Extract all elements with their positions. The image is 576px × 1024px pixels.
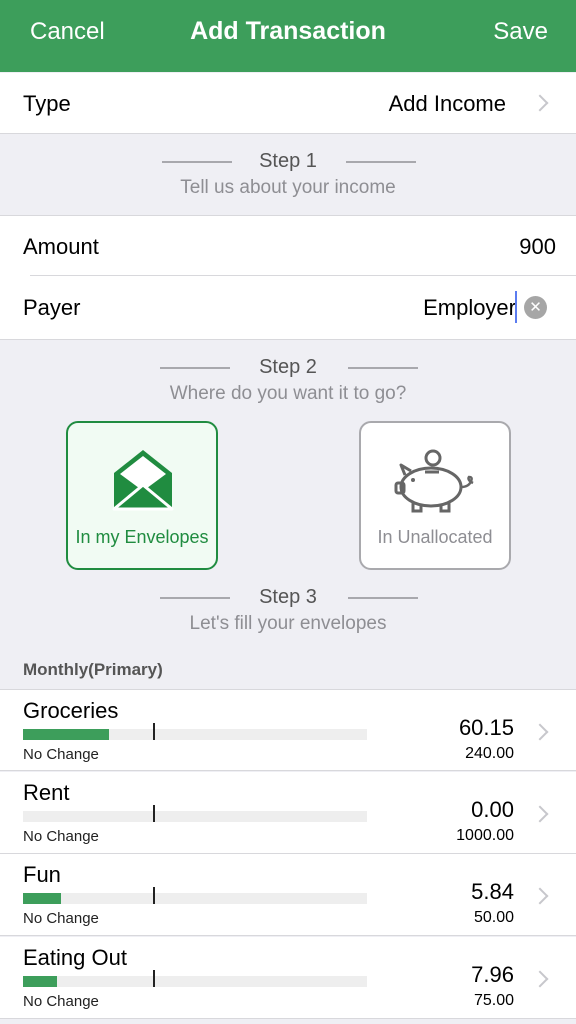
payer-row[interactable]: Payer Employer ✕ [0, 276, 576, 340]
open-envelope-icon [112, 450, 174, 511]
amount-label: Amount [23, 234, 99, 259]
clear-icon[interactable]: ✕ [524, 296, 547, 319]
envelope-amount: 7.96 [471, 962, 514, 987]
amount-input[interactable]: 900 [519, 234, 556, 260]
change-label: No Change [23, 910, 99, 927]
navigation-bar: Cancel Add Transaction Save [0, 0, 576, 72]
payer-input[interactable]: Employer [423, 295, 516, 321]
progress-marker [153, 970, 155, 987]
envelope-name: Rent [23, 780, 70, 805]
in-my-envelopes-option[interactable]: In my Envelopes [66, 421, 218, 570]
progress-fill [23, 729, 109, 740]
chevron-right-icon [531, 723, 549, 741]
change-label: No Change [23, 828, 99, 845]
amount-row[interactable]: Amount 900 [0, 215, 576, 276]
envelope-amount: 60.15 [458, 715, 514, 740]
divider [162, 161, 232, 163]
envelope-row[interactable]: Eating Out No Change 7.96 75.00 [0, 937, 576, 1019]
piggy-bank-icon [394, 449, 474, 513]
envelope-progress-bar [23, 970, 367, 987]
step-1-subtitle: Tell us about your income [180, 177, 396, 198]
divider [348, 367, 418, 369]
envelope-row[interactable]: Groceries No Change 60.15 240.00 [0, 689, 576, 771]
type-row[interactable]: Type Add Income [0, 73, 576, 134]
chevron-right-icon [531, 805, 549, 823]
step-2: Step 2 Where do you want it to go? [0, 356, 576, 405]
change-label: No Change [23, 993, 99, 1010]
step-3-subtitle: Let's fill your envelopes [189, 613, 387, 634]
in-unallocated-option[interactable]: In Unallocated [359, 421, 511, 570]
envelope-row[interactable]: Rent No Change 0.00 1000.00 [0, 772, 576, 854]
change-label: No Change [23, 746, 99, 763]
step-2-title: Step 2 [259, 356, 317, 378]
step-3-title: Step 3 [259, 586, 317, 608]
progress-marker [153, 887, 155, 904]
section-header: Monthly(Primary) [23, 660, 163, 679]
progress-fill [23, 893, 61, 904]
envelope-budget: 240.00 [465, 745, 514, 762]
envelope-row[interactable]: Fun No Change 5.84 50.00 [0, 854, 576, 936]
type-label: Type [23, 91, 71, 116]
step-3: Step 3 Let's fill your envelopes [0, 586, 576, 635]
divider [160, 367, 230, 369]
in-unallocated-label: In Unallocated [377, 527, 493, 547]
envelope-name: Groceries [23, 698, 119, 723]
chevron-right-icon [531, 970, 549, 988]
save-button[interactable]: Save [493, 18, 548, 46]
divider [160, 597, 230, 599]
envelope-progress-bar [23, 723, 367, 740]
in-my-envelopes-label: In my Envelopes [75, 527, 209, 547]
page-title: Add Transaction [190, 17, 386, 45]
type-value: Add Income [388, 91, 506, 116]
text-cursor [515, 291, 517, 323]
envelope-progress-bar [23, 887, 367, 904]
divider [348, 597, 418, 599]
divider [346, 161, 416, 163]
step-1: Step 1 Tell us about your income [0, 150, 576, 199]
envelope-budget: 75.00 [473, 992, 514, 1009]
chevron-right-icon [531, 94, 549, 112]
payer-label: Payer [23, 295, 81, 320]
envelope-name: Eating Out [23, 945, 127, 970]
envelope-name: Fun [23, 862, 61, 887]
envelope-progress-bar [23, 805, 367, 822]
progress-marker [153, 805, 155, 822]
envelope-budget: 50.00 [473, 909, 514, 926]
chevron-right-icon [531, 887, 549, 905]
envelope-amount: 0.00 [471, 797, 514, 822]
progress-fill [23, 976, 58, 987]
step-1-title: Step 1 [259, 150, 317, 172]
envelope-amount: 5.84 [471, 879, 514, 904]
progress-marker [153, 723, 155, 740]
step-2-subtitle: Where do you want it to go? [169, 383, 407, 404]
envelope-budget: 1000.00 [456, 827, 514, 844]
